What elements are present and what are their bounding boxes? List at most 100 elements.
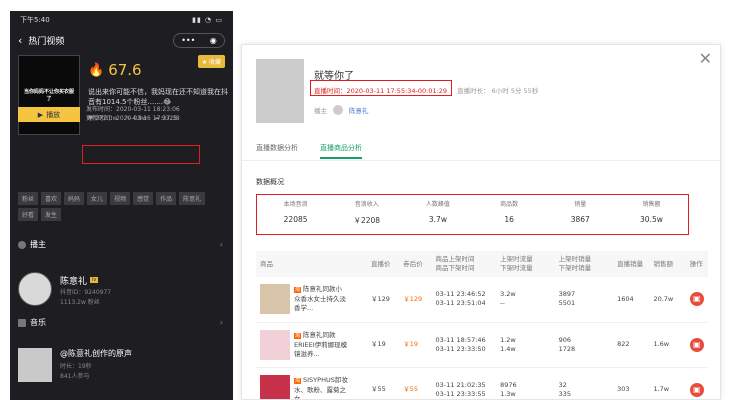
highlight-box-overview bbox=[256, 194, 689, 235]
tab-live-goods[interactable]: 直播商品分析 bbox=[320, 143, 362, 159]
table-row[interactable]: 淘陈意礼同款小众香水女士持久淡香学... ￥129 ￥129 03-11 23:46:… bbox=[256, 277, 708, 323]
action-cell: ▣ bbox=[685, 367, 708, 399]
avatar bbox=[333, 105, 343, 115]
music-section-header[interactable]: 音乐 › bbox=[18, 317, 223, 328]
cart-icon[interactable]: ▣ bbox=[689, 292, 704, 307]
table-cell: 3.2w -- bbox=[496, 277, 555, 323]
flame-icon: 🔥 bbox=[88, 62, 105, 78]
revenue-cell: 1.7w bbox=[649, 367, 686, 399]
anchor-name-link[interactable]: 陈意礼 bbox=[349, 105, 369, 115]
publish-time: 发布时间：2020-03-11 18:23:06 bbox=[86, 106, 180, 113]
coupon-price-cell: ￥129 bbox=[399, 277, 432, 323]
tag-item[interactable]: 女儿 bbox=[87, 192, 108, 205]
taobao-icon: 淘 bbox=[294, 377, 302, 384]
overview-label: 数据概况 bbox=[256, 178, 284, 186]
tag-item[interactable]: 妈妈 bbox=[64, 192, 85, 205]
tag-item[interactable]: 感觉 bbox=[133, 192, 154, 205]
product-image[interactable] bbox=[260, 329, 290, 360]
action-cell: ▣ bbox=[685, 277, 708, 323]
author-id: 抖音ID：9240977 bbox=[60, 289, 112, 296]
table-header-cell: 商品 bbox=[256, 251, 367, 277]
anchor-icon bbox=[18, 240, 26, 249]
anchor-section-header[interactable]: 播主 › bbox=[18, 239, 223, 250]
music-info[interactable]: @陈意礼创作的原声 时长：19秒 841人参与 bbox=[18, 348, 132, 382]
author-fans: 1113.2w 粉丝 bbox=[60, 299, 100, 306]
table-row[interactable]: 淘 SISYPHUS卸妆水、歌粉、露菊之女... ￥55 ￥55 03-11 21:02… bbox=[256, 367, 708, 399]
status-time: 下午5:40 bbox=[20, 16, 50, 24]
music-cover bbox=[18, 348, 52, 382]
tag-item[interactable]: 喜欢 bbox=[41, 192, 62, 205]
product-image[interactable] bbox=[260, 284, 290, 315]
screenshot: 下午5:40 ▮▮ ◔ ▭ ‹ 热门视频 ••• ◉ 当你妈妈不让你买衣服了 🔥… bbox=[0, 0, 731, 400]
status-icons: ▮▮ ◔ ▭ bbox=[192, 16, 223, 24]
table-header-cell: 操作 bbox=[685, 251, 708, 277]
hot-score: 🔥 67.6 bbox=[88, 61, 142, 79]
goods-cell: 淘陈意礼同款小众香水女士持久淡香学... bbox=[256, 277, 367, 323]
table-header-cell: 直播价 bbox=[366, 251, 400, 277]
table-cell: 32 335 bbox=[554, 367, 614, 399]
highlight-box-live-time bbox=[310, 80, 452, 96]
goods-cell: 淘 SISYPHUS卸妆水、歌粉、露菊之女... bbox=[256, 367, 367, 399]
goods-table: 商品 直播价 券后价 商品上架时间 商品下架时间 上架时流量 下架时流量 上架时销量 下架时销量… bbox=[256, 251, 708, 399]
live-sales-cell: 822 bbox=[613, 322, 650, 368]
level-badge: lv bbox=[90, 276, 99, 283]
table-cell: 03-11 21:02:35 03-11 23:33:55 bbox=[431, 367, 497, 399]
update-time: 更新时间：2020-03-16 17:37:38 bbox=[86, 115, 180, 122]
music-duration: 时长：19秒 bbox=[60, 363, 92, 370]
tab-live-data[interactable]: 直播数据分析 bbox=[256, 143, 298, 159]
live-thumbnail bbox=[256, 59, 304, 123]
goods-cell: 淘陈意礼同款ERIEEI伊莉娜现模镜滋养... bbox=[256, 322, 367, 368]
tag-item[interactable]: 好看 bbox=[18, 208, 39, 221]
back-icon[interactable]: ‹ bbox=[18, 34, 22, 47]
status-bar: 下午5:40 ▮▮ ◔ ▭ bbox=[10, 11, 233, 29]
live-sales-cell: 303 bbox=[613, 367, 650, 399]
tag-item[interactable]: 作品 bbox=[156, 192, 177, 205]
tab-divider bbox=[242, 160, 720, 161]
tag-item[interactable]: 发生 bbox=[41, 208, 62, 221]
cart-icon[interactable]: ▣ bbox=[689, 337, 704, 352]
table-header: 商品 直播价 券后价 商品上架时间 商品下架时间 上架时流量 下架时流量 上架时销量 下架时销量… bbox=[256, 251, 708, 277]
avatar bbox=[18, 271, 52, 306]
price-cell: ￥19 bbox=[366, 322, 400, 368]
table-header-cell: 券后价 bbox=[399, 251, 432, 277]
table-row[interactable]: 淘陈意礼同款ERIEEI伊莉娜现模镜滋养... ￥19 ￥19 03-11 18:57… bbox=[256, 322, 708, 368]
revenue-cell: 20.7w bbox=[649, 277, 686, 323]
play-button[interactable]: ▶ 播放 bbox=[18, 107, 80, 122]
live-duration: 直播时长： 6小时 5分 55秒 bbox=[457, 87, 539, 95]
mini-program-capsule[interactable]: ••• ◉ bbox=[173, 32, 225, 48]
music-name: @陈意礼创作的原声 bbox=[60, 349, 132, 358]
video-times: 发布时间：2020-03-11 18:23:06 更新时间：2020-03-16… bbox=[86, 105, 180, 123]
live-analysis-panel: ✕ 就等你了 直播时间：2020-03-11 17:55:34-00:01:29… bbox=[241, 44, 721, 400]
price-cell: ￥55 bbox=[366, 367, 400, 399]
tag-item[interactable]: 粉丝 bbox=[18, 192, 39, 205]
table-header-cell: 直播销量 bbox=[613, 251, 650, 277]
tag-item[interactable]: 陈意礼 bbox=[179, 192, 206, 205]
collect-button[interactable]: ★ 收藏 bbox=[197, 55, 225, 68]
price-cell: ￥129 bbox=[366, 277, 400, 323]
table-cell: 03-11 18:57:46 03-11 23:33:50 bbox=[431, 322, 497, 368]
product-name[interactable]: 淘 SISYPHUS卸妆水、歌粉、露菊之女... bbox=[294, 376, 348, 399]
author-name: 陈意礼 bbox=[60, 277, 88, 287]
taobao-icon: 淘 bbox=[294, 287, 302, 294]
table-cell: 906 1728 bbox=[554, 322, 614, 368]
hot-score-value: 67.6 bbox=[108, 61, 142, 79]
table-cell: 03-11 23:46:52 03-11 23:51:04 bbox=[431, 277, 497, 323]
music-users: 841人参与 bbox=[60, 373, 90, 380]
cart-icon[interactable]: ▣ bbox=[689, 382, 704, 397]
play-icon: ▶ bbox=[37, 110, 44, 119]
live-sales-cell: 1604 bbox=[613, 277, 650, 323]
music-icon bbox=[18, 318, 26, 327]
table-header-cell: 上架时流量 下架时流量 bbox=[496, 251, 555, 277]
more-icon[interactable]: ••• bbox=[181, 36, 195, 45]
tag-item[interactable]: 视频 bbox=[110, 192, 131, 205]
product-image[interactable] bbox=[260, 374, 290, 399]
close-circle-icon[interactable]: ◉ bbox=[210, 36, 217, 45]
product-name[interactable]: 淘陈意礼同款小众香水女士持久淡香学... bbox=[294, 285, 348, 313]
video-card: 当你妈妈不让你买衣服了 🔥 67.6 ★ 收藏 说出来你可能不信，我妈现在还不知… bbox=[10, 51, 233, 151]
close-icon[interactable]: ✕ bbox=[699, 49, 712, 68]
coupon-price-cell: ￥19 bbox=[399, 322, 432, 368]
table-cell: 8976 1.3w bbox=[496, 367, 555, 399]
video-thumbnail[interactable]: 当你妈妈不让你买衣服了 bbox=[18, 55, 80, 135]
product-name[interactable]: 淘陈意礼同款ERIEEI伊莉娜现模镜滋养... bbox=[294, 331, 348, 359]
author-info[interactable]: 陈意礼 lv 抖音ID：9240977 1113.2w 粉丝 bbox=[18, 269, 111, 308]
